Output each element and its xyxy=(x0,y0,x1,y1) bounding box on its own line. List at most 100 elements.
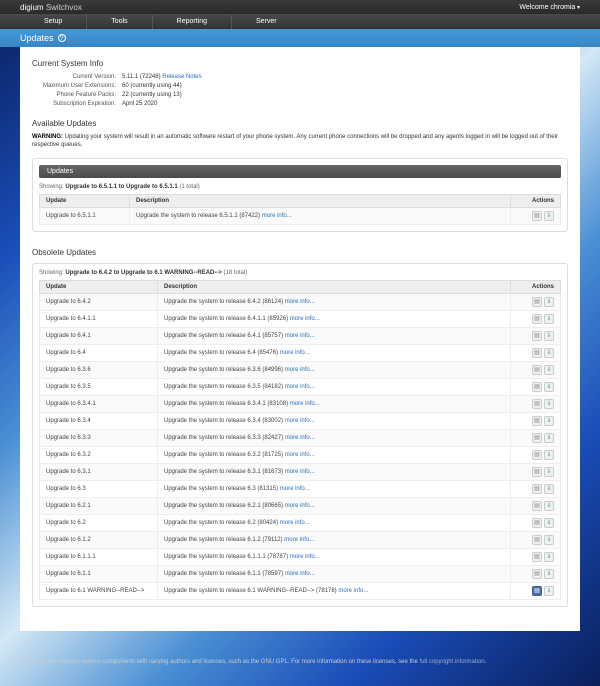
nav-reporting[interactable]: Reporting xyxy=(153,14,232,29)
table-row: Upgrade to 6.3.1Upgrade the system to re… xyxy=(40,463,561,480)
more-info-link[interactable]: more info... xyxy=(338,588,368,594)
details-icon[interactable]: ▤ xyxy=(532,484,542,494)
info-row: Phone Feature Packs:22 (currently using … xyxy=(32,92,568,98)
cell-actions: ▤⇓ xyxy=(511,429,561,446)
more-info-link[interactable]: more info... xyxy=(285,469,315,475)
cell-update: Upgrade to 6.5.1.1 xyxy=(40,207,130,224)
cell-actions: ▤⇓ xyxy=(511,395,561,412)
download-icon[interactable]: ⇓ xyxy=(544,569,554,579)
cell-actions: ▤⇓ xyxy=(511,361,561,378)
download-icon[interactable]: ⇓ xyxy=(544,416,554,426)
more-info-link[interactable]: more info... xyxy=(290,401,320,407)
cell-description: Upgrade the system to release 6.4.1.1 (8… xyxy=(158,310,511,327)
more-info-link[interactable]: more info... xyxy=(280,520,310,526)
info-value: 5.11.1 (72248) Release Notes xyxy=(122,74,202,80)
more-info-link[interactable]: more info... xyxy=(285,299,315,305)
more-info-link[interactable]: more info... xyxy=(285,333,315,339)
more-info-link[interactable]: more info... xyxy=(280,350,310,356)
details-icon[interactable]: ▤ xyxy=(532,501,542,511)
details-icon[interactable]: ▤ xyxy=(532,348,542,358)
download-icon[interactable]: ⇓ xyxy=(544,467,554,477)
details-icon[interactable]: ▤ xyxy=(532,331,542,341)
more-info-link[interactable]: more info... xyxy=(290,554,320,560)
download-icon[interactable]: ⇓ xyxy=(544,552,554,562)
nav-setup[interactable]: Setup xyxy=(20,14,87,29)
details-icon[interactable]: ▤ xyxy=(532,552,542,562)
more-info-link[interactable]: more info... xyxy=(285,503,315,509)
details-icon[interactable]: ▤ xyxy=(532,518,542,528)
download-icon[interactable]: ⇓ xyxy=(544,501,554,511)
more-info-link[interactable]: more info... xyxy=(262,213,292,219)
download-icon[interactable]: ⇓ xyxy=(544,484,554,494)
download-icon[interactable]: ⇓ xyxy=(544,586,554,596)
download-icon[interactable]: ⇓ xyxy=(544,211,554,221)
content: Current System Info Current Version:5.11… xyxy=(20,47,580,631)
sys-info-rows: Current Version:5.11.1 (72248) Release N… xyxy=(32,74,568,107)
more-info-link[interactable]: more info... xyxy=(280,486,310,492)
details-icon[interactable]: ▤ xyxy=(532,416,542,426)
details-icon[interactable]: ▤ xyxy=(532,297,542,307)
table-row: Upgrade to 6.4Upgrade the system to rele… xyxy=(40,344,561,361)
cell-description: Upgrade the system to release 6.3.6 (849… xyxy=(158,361,511,378)
details-icon[interactable]: ▤ xyxy=(532,467,542,477)
more-info-link[interactable]: more info... xyxy=(290,316,320,322)
more-info-link[interactable]: more info... xyxy=(285,367,315,373)
details-icon[interactable]: ▤ xyxy=(532,586,542,596)
available-table: Update Description Actions Upgrade to 6.… xyxy=(39,194,561,225)
download-icon[interactable]: ⇓ xyxy=(544,382,554,392)
download-icon[interactable]: ⇓ xyxy=(544,518,554,528)
table-row: Upgrade to 6.3.3Upgrade the system to re… xyxy=(40,429,561,446)
cell-description: Upgrade the system to release 6.4.2 (861… xyxy=(158,293,511,310)
topbar: digium Switchvox Welcome chromia xyxy=(0,0,600,14)
more-info-link[interactable]: more info... xyxy=(285,435,315,441)
more-info-link[interactable]: more info... xyxy=(285,452,315,458)
table-row: Upgrade to 6.3Upgrade the system to rele… xyxy=(40,480,561,497)
cell-update: Upgrade to 6.3.2 xyxy=(40,446,158,463)
more-info-link[interactable]: more info... xyxy=(284,537,314,543)
details-icon[interactable]: ▤ xyxy=(532,450,542,460)
welcome-menu[interactable]: Welcome chromia xyxy=(519,4,580,11)
cell-update: Upgrade to 6.1 WARNING--READ--> xyxy=(40,582,158,599)
table-row: Upgrade to 6.1.1Upgrade the system to re… xyxy=(40,565,561,582)
showing-available: Showing: Upgrade to 6.5.1.1 to Upgrade t… xyxy=(39,184,561,190)
nav-server[interactable]: Server xyxy=(232,14,301,29)
nav-tools[interactable]: Tools xyxy=(87,14,152,29)
page-header: Updates ? xyxy=(0,29,600,47)
release-notes-link[interactable]: Release Notes xyxy=(162,74,201,80)
details-icon[interactable]: ▤ xyxy=(532,569,542,579)
download-icon[interactable]: ⇓ xyxy=(544,331,554,341)
cell-update: Upgrade to 6.3.1 xyxy=(40,463,158,480)
info-row: Subscription Expiration:April 25 2020 xyxy=(32,101,568,107)
col-description: Description xyxy=(130,194,511,207)
copyright-link[interactable]: full copyright information xyxy=(420,659,485,665)
cell-description: Upgrade the system to release 6.1 WARNIN… xyxy=(158,582,511,599)
info-label: Phone Feature Packs: xyxy=(32,92,122,98)
download-icon[interactable]: ⇓ xyxy=(544,314,554,324)
cell-description: Upgrade the system to release 6.5.1.1 (8… xyxy=(130,207,511,224)
more-info-link[interactable]: more info... xyxy=(285,418,315,424)
download-icon[interactable]: ⇓ xyxy=(544,348,554,358)
details-icon[interactable]: ▤ xyxy=(532,382,542,392)
cell-actions: ▤⇓ xyxy=(511,310,561,327)
cell-actions: ▤⇓ xyxy=(511,446,561,463)
details-icon[interactable]: ▤ xyxy=(532,433,542,443)
download-icon[interactable]: ⇓ xyxy=(544,433,554,443)
table-row: Upgrade to 6.5.1.1Upgrade the system to … xyxy=(40,207,561,224)
help-icon[interactable]: ? xyxy=(58,34,66,42)
table-row: Upgrade to 6.4.1.1Upgrade the system to … xyxy=(40,310,561,327)
details-icon[interactable]: ▤ xyxy=(532,399,542,409)
details-icon[interactable]: ▤ xyxy=(532,211,542,221)
download-icon[interactable]: ⇓ xyxy=(544,399,554,409)
more-info-link[interactable]: more info... xyxy=(285,384,315,390)
download-icon[interactable]: ⇓ xyxy=(544,535,554,545)
cell-actions: ▤⇓ xyxy=(511,412,561,429)
details-icon[interactable]: ▤ xyxy=(532,535,542,545)
details-icon[interactable]: ▤ xyxy=(532,365,542,375)
details-icon[interactable]: ▤ xyxy=(532,314,542,324)
showing-obsolete: Showing: Upgrade to 6.4.2 to Upgrade to … xyxy=(39,270,561,276)
more-info-link[interactable]: more info... xyxy=(285,571,315,577)
cell-actions: ▤⇓ xyxy=(511,344,561,361)
download-icon[interactable]: ⇓ xyxy=(544,450,554,460)
download-icon[interactable]: ⇓ xyxy=(544,297,554,307)
download-icon[interactable]: ⇓ xyxy=(544,365,554,375)
